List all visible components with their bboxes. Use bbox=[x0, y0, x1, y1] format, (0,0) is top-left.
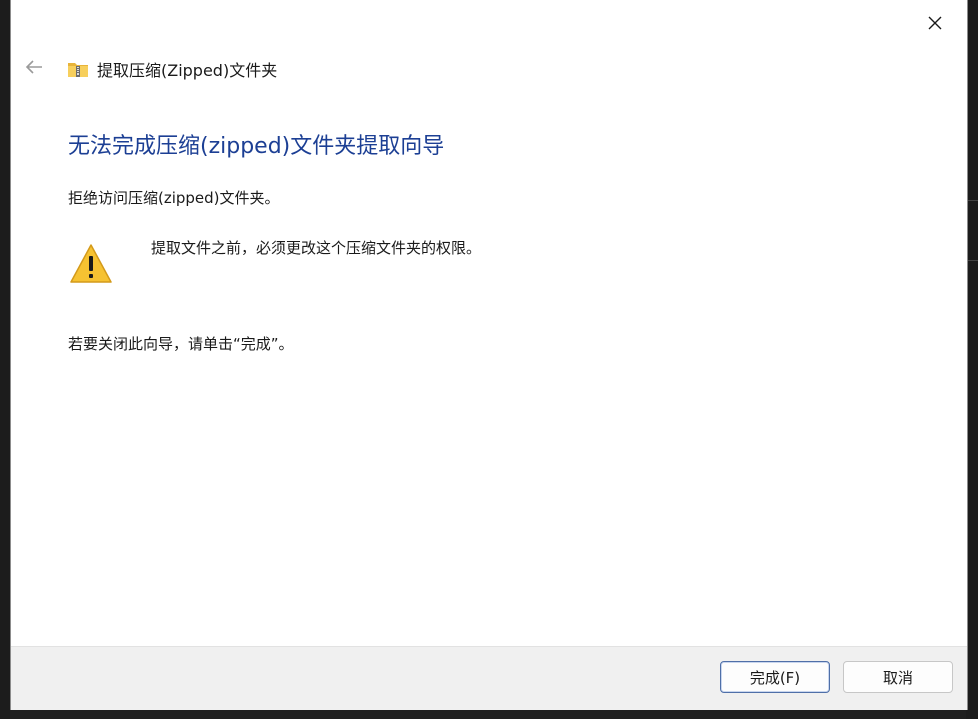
close-icon bbox=[928, 16, 942, 30]
warning-icon bbox=[70, 244, 112, 283]
cancel-button[interactable]: 取消 bbox=[843, 661, 953, 693]
dialog-footer: 完成(F) 取消 bbox=[11, 646, 967, 710]
page-heading: 无法完成压缩(zipped)文件夹提取向导 bbox=[68, 134, 445, 159]
extract-wizard-dialog: 提取压缩(Zipped)文件夹 无法完成压缩(zipped)文件夹提取向导 拒绝… bbox=[10, 0, 968, 710]
close-instruction: 若要关闭此向导，请单击“完成”。 bbox=[68, 335, 294, 353]
zip-folder-icon bbox=[68, 63, 88, 77]
error-description: 拒绝访问压缩(zipped)文件夹。 bbox=[68, 189, 280, 207]
finish-button[interactable]: 完成(F) bbox=[720, 661, 830, 693]
close-button[interactable] bbox=[913, 6, 957, 40]
wizard-title-bar: 提取压缩(Zipped)文件夹 bbox=[67, 56, 277, 82]
warning-message: 提取文件之前，必须更改这个压缩文件夹的权限。 bbox=[151, 239, 482, 257]
wizard-title: 提取压缩(Zipped)文件夹 bbox=[97, 61, 278, 80]
back-arrow-icon bbox=[25, 60, 42, 74]
desktop-background-left bbox=[0, 0, 10, 719]
back-button[interactable] bbox=[19, 52, 49, 82]
